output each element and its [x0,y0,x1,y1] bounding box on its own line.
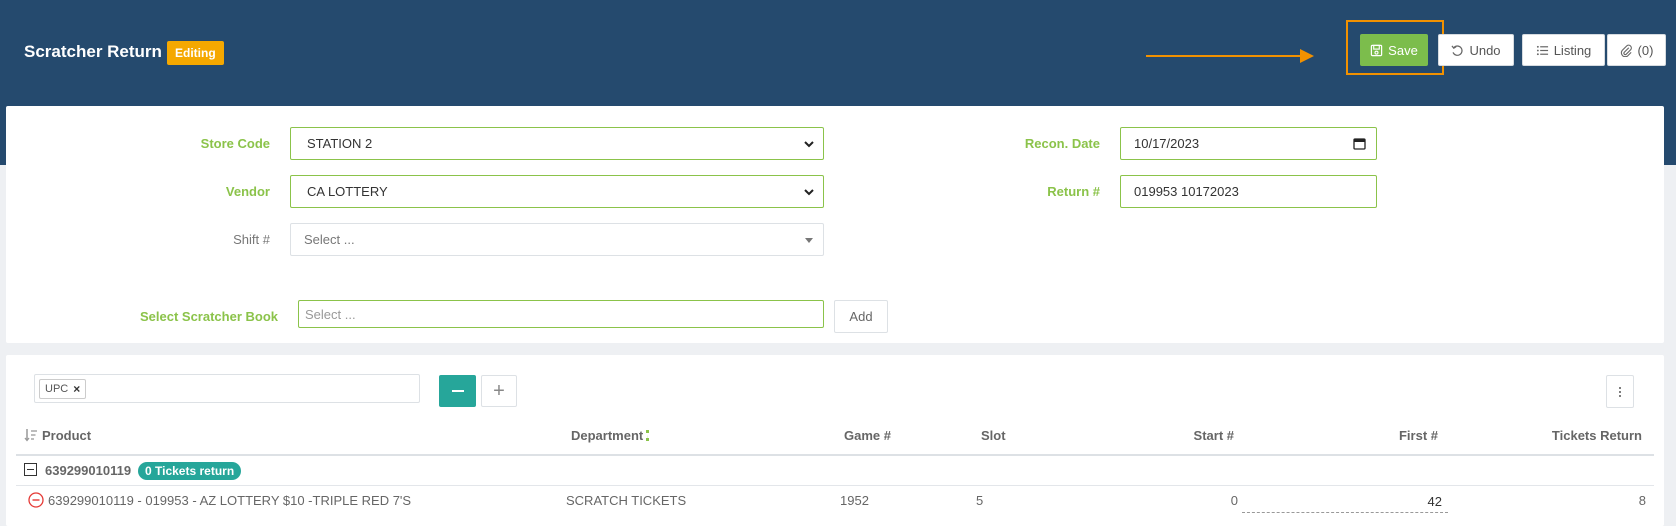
attachments-count: (0) [1637,42,1654,58]
group-tag-label: UPC [45,383,69,395]
store-code-select[interactable]: STATION 2 [290,127,824,160]
column-header-first[interactable]: First # [1300,428,1438,443]
paperclip-icon [1620,44,1632,57]
column-header-slot[interactable]: Slot [981,428,1006,443]
column-header-tickets-return[interactable]: Tickets Return [1490,428,1642,443]
cell-product: 639299010119 - 019953 - AZ LOTTERY $10 -… [48,493,412,508]
sort-icon[interactable] [24,428,38,442]
scratcher-book-placeholder: Select ... [305,306,356,322]
filter-icon[interactable] [646,430,650,441]
caret-down-icon [805,238,813,243]
attachments-button[interactable]: (0) [1607,34,1666,66]
cell-tickets-return: 8 [1638,493,1646,508]
column-header-start[interactable]: Start # [1100,428,1234,443]
cell-game: 1952 [840,493,869,508]
store-code-label: Store Code [200,136,270,151]
chevron-down-icon [804,141,814,148]
store-code-value: STATION 2 [307,136,373,151]
annotation-highlight-box [1346,20,1444,75]
shift-placeholder: Select ... [304,232,355,247]
column-header-department-label: Department [571,428,644,443]
close-icon[interactable]: × [73,382,80,396]
collapse-all-button[interactable] [439,375,476,407]
recon-date-value: 10/17/2023 [1134,136,1200,151]
vendor-select[interactable]: CA LOTTERY [290,175,824,208]
list-icon [1536,45,1548,55]
undo-button[interactable]: Undo [1438,34,1514,66]
calendar-icon [1353,138,1366,150]
chevron-down-icon [804,189,814,196]
add-button[interactable]: Add [834,300,888,333]
cell-department: SCRATCH TICKETS [566,493,687,508]
more-options-button[interactable] [1606,375,1634,408]
undo-icon [1451,44,1464,56]
annotation-arrow [1146,49,1314,63]
column-header-game[interactable]: Game # [844,428,891,443]
shift-label: Shift # [233,232,270,247]
group-tag-upc: UPC × [39,379,87,399]
group-divider [16,485,1654,486]
status-badge: Editing [167,41,224,65]
group-count-badge: 0 Tickets return [138,462,242,480]
recon-date-input[interactable]: 10/17/2023 [1120,127,1377,160]
vendor-value: CA LOTTERY [307,184,388,199]
return-number-label: Return # [1047,184,1100,199]
return-number-value: 019953 10172023 [1134,184,1239,199]
first-number-input[interactable]: 42 [1242,489,1448,513]
column-header-department[interactable]: Department [571,428,650,443]
page-title: Scratcher Return [24,42,162,61]
listing-button[interactable]: Listing [1522,34,1605,66]
return-number-input[interactable]: 019953 10172023 [1120,175,1377,208]
vendor-label: Vendor [225,184,270,199]
group-by-box[interactable]: UPC × [34,374,420,403]
minus-icon [451,390,464,392]
cell-slot: 5 [976,493,984,508]
plus-icon: + [493,379,505,402]
vertical-dots-icon [1619,386,1621,397]
cell-start: 0 [1230,493,1238,508]
minus-icon [27,469,34,470]
listing-button-label: Listing [1553,42,1592,58]
group-collapse-toggle[interactable] [24,463,37,476]
expand-all-button[interactable]: + [481,375,517,407]
undo-button-label: Undo [1469,42,1501,58]
scratcher-book-select[interactable]: Select ... [298,300,824,328]
scratcher-book-label: Select Scratcher Book [139,309,278,324]
column-header-product[interactable]: Product [42,428,91,443]
group-label: 639299010119 [45,463,132,478]
recon-date-label: Recon. Date [1024,136,1100,151]
header-divider [16,454,1654,456]
shift-select[interactable]: Select ... [290,223,824,256]
remove-row-icon[interactable] [28,492,44,508]
